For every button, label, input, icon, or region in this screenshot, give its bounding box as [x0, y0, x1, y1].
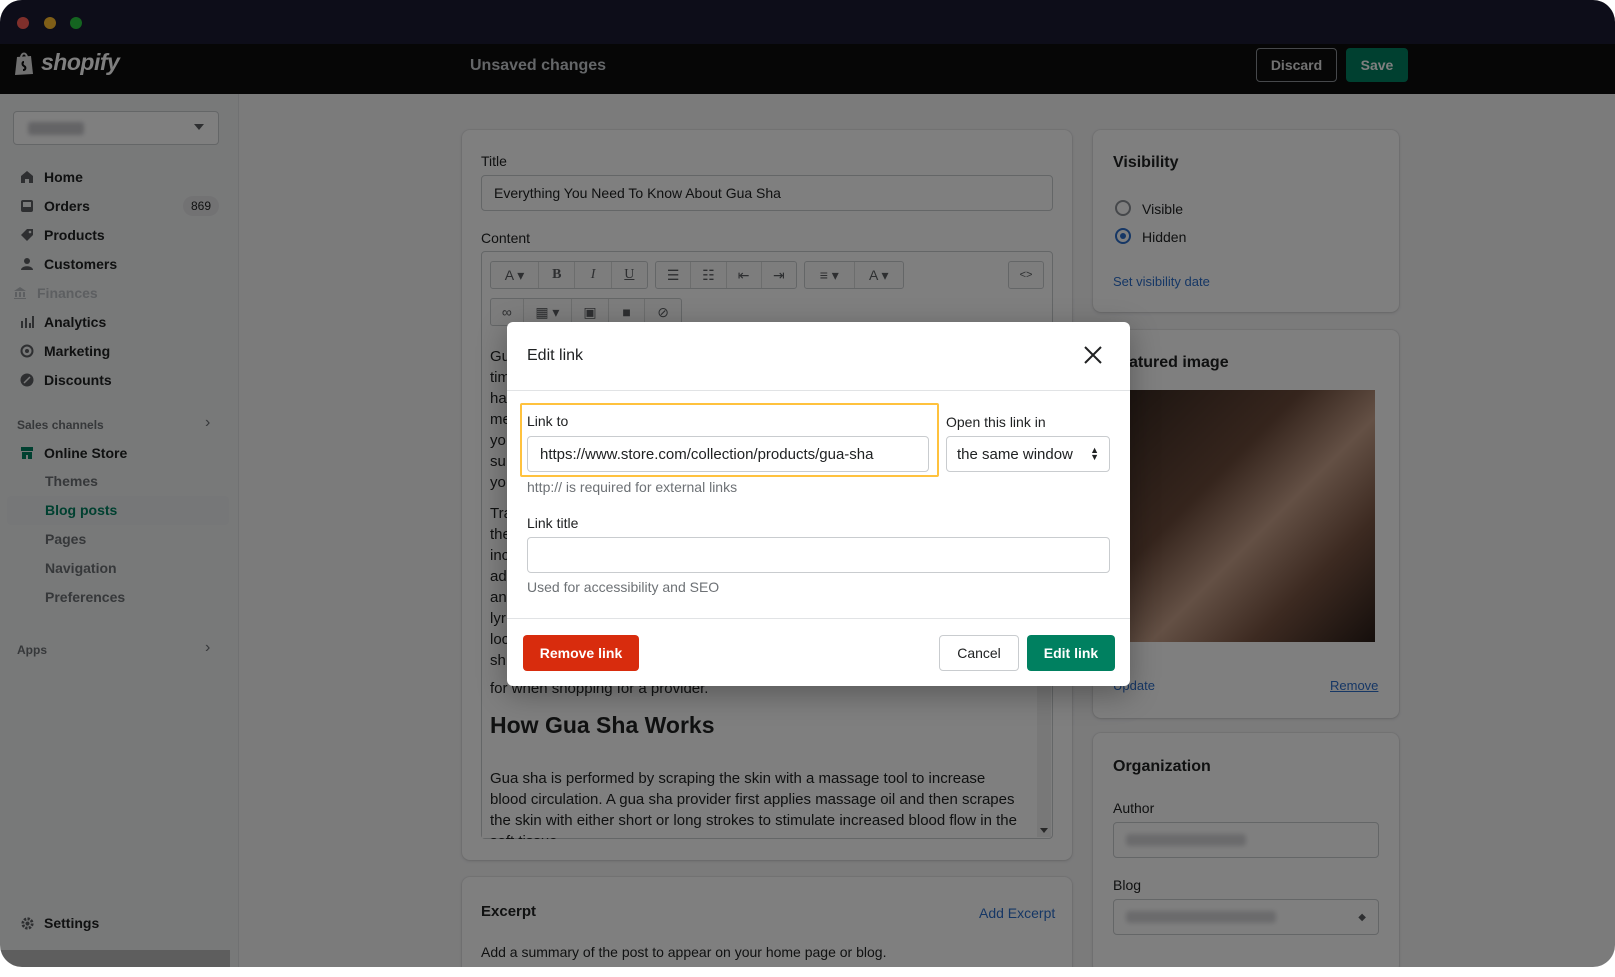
close-icon[interactable] [1081, 343, 1105, 367]
select-arrows-icon: ▲ ▼ [1090, 445, 1099, 462]
cancel-button[interactable]: Cancel [939, 635, 1019, 671]
remove-link-button[interactable]: Remove link [523, 635, 639, 671]
link-title-help-text: Used for accessibility and SEO [527, 579, 720, 595]
open-in-value: the same window [957, 445, 1073, 463]
link-to-help-text: http:// is required for external links [527, 479, 738, 495]
open-in-select[interactable]: the same window ▲ ▼ [946, 436, 1110, 472]
link-to-label: Link to [527, 413, 569, 429]
link-to-input[interactable]: https://www.store.com/collection/product… [527, 436, 929, 472]
modal-title: Edit link [527, 347, 584, 364]
open-in-label: Open this link in [946, 414, 1046, 430]
link-title-input[interactable] [527, 537, 1110, 573]
modal-footer-divider [507, 618, 1130, 619]
link-title-label: Link title [527, 515, 579, 531]
edit-link-button[interactable]: Edit link [1027, 635, 1115, 671]
modal-header-divider [507, 390, 1130, 391]
edit-link-modal [507, 322, 1130, 686]
